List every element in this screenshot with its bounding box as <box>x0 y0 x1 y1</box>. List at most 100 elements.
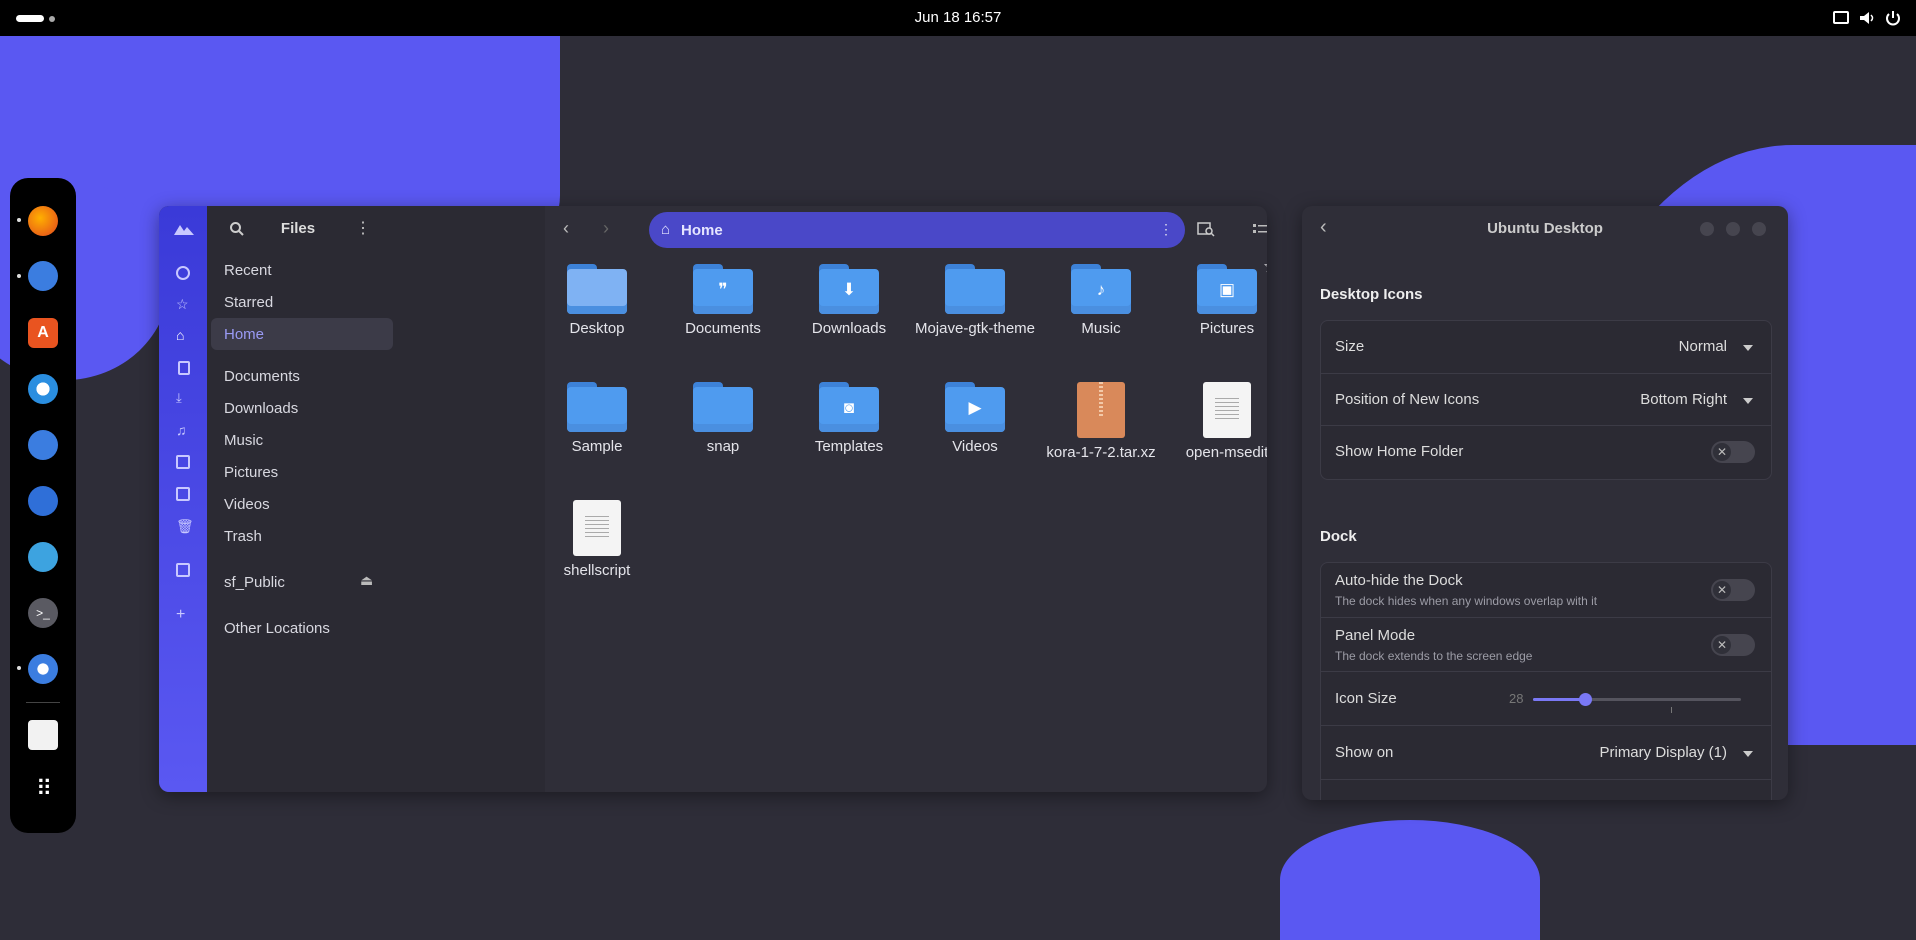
sidebar-item-trash[interactable]: Trash <box>207 520 389 552</box>
size-value: Normal <box>1678 338 1727 355</box>
position-value: Bottom Right <box>1640 391 1727 408</box>
file-item[interactable]: ▣ Pictures <box>1165 264 1267 338</box>
trash-icon: 🗑 <box>176 518 194 534</box>
folder-icon: ⬇ <box>819 264 879 314</box>
text-file-icon <box>573 500 621 556</box>
section-desktop-icons: Desktop Icons <box>1320 286 1423 303</box>
clock[interactable]: Jun 18 16:57 <box>0 9 1916 26</box>
sidebar-item-downloads[interactable]: Downloads <box>207 392 389 424</box>
plus-icon: + <box>176 606 186 623</box>
star-icon[interactable]: ☆ <box>1263 257 1267 277</box>
folder-icon <box>945 264 1005 314</box>
file-item[interactable]: snap <box>661 382 785 456</box>
folder-icon: ▣ <box>1197 264 1257 314</box>
dock-group: Auto-hide the Dock The dock hides when a… <box>1320 562 1772 800</box>
app-grid-icon[interactable]: ⠿ <box>28 774 58 804</box>
slider-handle[interactable] <box>1579 693 1592 706</box>
sidebar-item-starred[interactable]: Starred <box>207 286 389 318</box>
file-name: Videos <box>952 438 998 455</box>
help-icon[interactable] <box>28 374 58 404</box>
home-folder-row: Show Home Folder ✕ <box>1321 425 1771 479</box>
chat-icon[interactable] <box>28 542 58 572</box>
search-folder-icon[interactable] <box>1197 221 1215 237</box>
file-item[interactable]: open-msedit <box>1165 382 1267 462</box>
position-row[interactable]: Position of New Icons Bottom Right <box>1321 373 1771 426</box>
text-file-icon <box>1203 382 1251 438</box>
minimize-button[interactable] <box>1700 222 1714 236</box>
clock-icon <box>176 266 190 280</box>
folder-icon: ◙ <box>819 382 879 432</box>
desktop-icons-group: Size Normal Position of New Icons Bottom… <box>1320 320 1772 480</box>
file-view: ‹ › ⌂ Home ⋮ Desktop ❞ Documents ⬇ Downloads… <box>545 206 1267 792</box>
firefox-icon[interactable] <box>28 206 58 236</box>
app-center-icon[interactable]: A <box>28 318 58 348</box>
file-item[interactable]: Sample <box>535 382 659 456</box>
terminal-icon[interactable]: >_ <box>28 598 58 628</box>
sidebar-header: Files ⋮ <box>207 206 545 252</box>
sidebar-item-sf-public[interactable]: sf_Public ⏏ <box>207 566 389 598</box>
autohide-toggle[interactable]: ✕ <box>1711 579 1755 601</box>
power-icon[interactable] <box>1884 9 1902 27</box>
file-name: open-msedit <box>1185 444 1267 461</box>
file-name: snap <box>706 438 740 455</box>
file-name: Music <box>1081 320 1121 337</box>
picture-icon <box>176 455 190 469</box>
path-menu-icon[interactable]: ⋮ <box>1159 221 1173 238</box>
sidebar-item-recent[interactable]: Recent <box>207 254 389 286</box>
trash-icon[interactable] <box>28 720 58 750</box>
file-item[interactable]: shellscript <box>535 500 659 580</box>
file-name: Templates <box>814 438 884 455</box>
archive-icon <box>1077 382 1125 438</box>
sidebar-item-videos[interactable]: Videos <box>207 488 389 520</box>
file-item[interactable]: ◙ Templates <box>787 382 911 456</box>
file-item[interactable]: ▶ Videos <box>913 382 1037 456</box>
volume-icon[interactable] <box>1858 9 1876 27</box>
file-name: Downloads <box>811 320 887 337</box>
file-item[interactable]: Desktop <box>535 264 659 338</box>
file-item[interactable]: ♪ Music <box>1039 264 1163 338</box>
path-label: Home <box>681 222 723 239</box>
drive-icon <box>176 563 190 577</box>
size-row[interactable]: Size Normal <box>1321 321 1771 373</box>
panel-mode-row: Panel Mode The dock extends to the scree… <box>1321 617 1771 672</box>
sidebar-item-other-locations[interactable]: Other Locations <box>207 612 389 644</box>
files-icon[interactable] <box>28 261 58 291</box>
files-window: ☆ ⌂ ⤓ ♫ 🗑 + Files ⋮ Recent Starred Home … <box>159 206 1267 792</box>
sidebar-item-music[interactable]: Music <box>207 424 389 456</box>
sidebar-item-documents[interactable]: Documents <box>207 360 389 392</box>
update-icon[interactable] <box>28 486 58 516</box>
slider-tick <box>1671 707 1672 713</box>
sidebar-rail: ☆ ⌂ ⤓ ♫ 🗑 + <box>159 206 207 792</box>
show-on-row[interactable]: Show on Primary Display (1) <box>1321 725 1771 780</box>
view-list-icon[interactable] <box>1252 222 1267 236</box>
file-item[interactable]: ❞ Documents <box>661 264 785 338</box>
panel-mode-toggle[interactable]: ✕ <box>1711 634 1755 656</box>
folder-icon: ♪ <box>1071 264 1131 314</box>
video-icon <box>176 487 190 501</box>
menu-kebab-icon[interactable]: ⋮ <box>355 218 371 238</box>
settings-window: ‹ Ubuntu Desktop Desktop Icons Size Norm… <box>1302 206 1788 800</box>
icon-size-row: Icon Size 28 <box>1321 671 1771 726</box>
sidebar-item-pictures[interactable]: Pictures <box>207 456 389 488</box>
settings-app-icon[interactable] <box>28 654 58 684</box>
file-item[interactable]: ⬇ Downloads <box>787 264 911 338</box>
section-dock: Dock <box>1320 528 1357 545</box>
show-home-toggle[interactable]: ✕ <box>1711 441 1755 463</box>
folder-icon: ❞ <box>693 264 753 314</box>
back-icon[interactable]: ‹ <box>563 218 569 239</box>
extensions-icon[interactable] <box>28 430 58 460</box>
download-icon: ⤓ <box>176 390 182 405</box>
sidebar-item-home[interactable]: Home <box>211 318 393 350</box>
file-item[interactable]: kora-1-7-2.tar.xz <box>1039 382 1163 462</box>
maximize-button[interactable] <box>1726 222 1740 236</box>
icon-size-value: 28 <box>1509 691 1524 706</box>
sidebar: Files ⋮ Recent Starred Home Documents Dow… <box>207 206 545 792</box>
icon-size-slider[interactable] <box>1533 693 1741 706</box>
dock: A >_ ⠿ <box>10 178 76 833</box>
forward-icon[interactable]: › <box>603 218 609 239</box>
eject-icon[interactable]: ⏏ <box>360 572 373 589</box>
path-bar[interactable]: ⌂ Home ⋮ <box>649 212 1185 248</box>
file-item[interactable]: Mojave-gtk-theme <box>913 264 1037 338</box>
screen-icon[interactable] <box>1832 9 1850 27</box>
close-button[interactable] <box>1752 222 1766 236</box>
